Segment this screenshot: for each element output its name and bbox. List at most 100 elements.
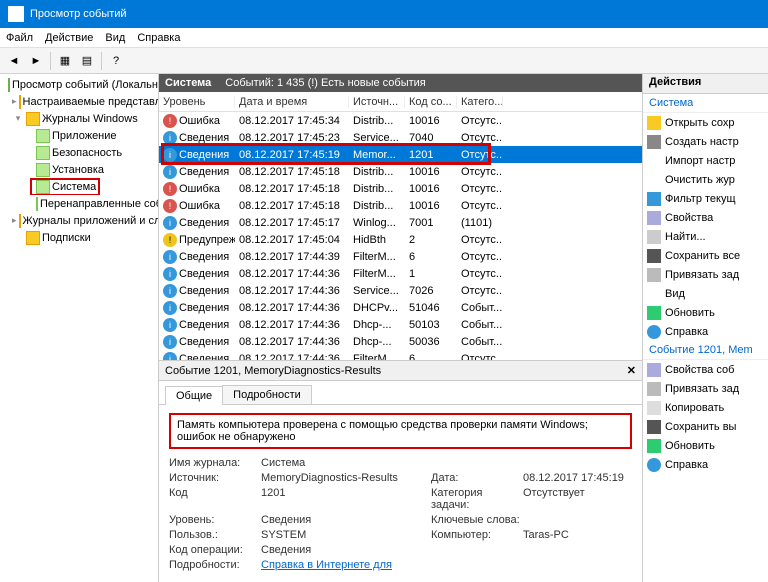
menu-bar: Файл Действие Вид Справка [0, 28, 768, 48]
detail-body: Память компьютера проверена с помощью ср… [159, 405, 642, 582]
event-row[interactable]: !Ошибка08.12.2017 17:45:34Distrib...1001… [159, 112, 642, 129]
show-hide-button[interactable]: ▦ [55, 51, 75, 71]
lbl-user: Пользов.: [169, 529, 261, 541]
help-button[interactable]: ? [106, 51, 126, 71]
tree-system[interactable]: Система [0, 178, 158, 195]
center-status: Событий: 1 435 (!) Есть новые события [225, 77, 425, 89]
lbl-category: Категория задачи: [431, 487, 523, 511]
tree-application[interactable]: Приложение [0, 127, 158, 144]
action-attach-task[interactable]: Привязать зад [643, 265, 768, 284]
tree-root[interactable]: Просмотр событий (Локальн [0, 76, 158, 93]
center-pane: Система Событий: 1 435 (!) Есть новые со… [159, 74, 643, 582]
grid-header: Уровень Дата и время Источн... Код со...… [159, 92, 642, 112]
detail-header: Событие 1201, MemoryDiagnostics-Results … [159, 361, 642, 381]
col-date[interactable]: Дата и время [235, 96, 349, 108]
event-row[interactable]: iСведения08.12.2017 17:44:36FilterM...1О… [159, 265, 642, 282]
action-event-refresh[interactable]: Обновить [643, 436, 768, 455]
export-button[interactable]: ▤ [77, 51, 97, 71]
event-row[interactable]: !Предупреж...08.12.2017 17:45:04HidBth2О… [159, 231, 642, 248]
action-event-attach[interactable]: Привязать зад [643, 379, 768, 398]
lbl-opcode: Код операции: [169, 544, 261, 556]
action-open-saved[interactable]: Открыть сохр [643, 113, 768, 132]
attach-icon [647, 268, 661, 282]
tree-security[interactable]: Безопасность [0, 144, 158, 161]
lbl-keywords: Ключевые слова: [431, 514, 523, 526]
event-row[interactable]: !Ошибка08.12.2017 17:45:18Distrib...1001… [159, 180, 642, 197]
tab-details[interactable]: Подробности [222, 385, 312, 404]
action-import[interactable]: Импорт настр [643, 151, 768, 170]
action-clear[interactable]: Очистить жур [643, 170, 768, 189]
event-row[interactable]: iСведения08.12.2017 17:44:36Service...70… [159, 282, 642, 299]
lbl-level: Уровень: [169, 514, 261, 526]
event-row[interactable]: iСведения08.12.2017 17:45:17Winlog...700… [159, 214, 642, 231]
lbl-date: Дата: [431, 472, 523, 484]
back-button[interactable]: ◄ [4, 51, 24, 71]
toolbar: ◄ ► ▦ ▤ ? [0, 48, 768, 74]
detail-title: Событие 1201, MemoryDiagnostics-Results [165, 365, 381, 377]
action-event-help[interactable]: Справка [643, 455, 768, 474]
event-row[interactable]: iСведения08.12.2017 17:45:23Service...70… [159, 129, 642, 146]
action-copy[interactable]: Копировать [643, 398, 768, 417]
action-properties[interactable]: Свойства [643, 208, 768, 227]
help-icon [647, 325, 661, 339]
app-icon [8, 6, 24, 22]
detail-tabs: Общие Подробности [159, 381, 642, 405]
action-refresh[interactable]: Обновить [643, 303, 768, 322]
event-row[interactable]: iСведения08.12.2017 17:44:36Dhcp-...5003… [159, 333, 642, 350]
lbl-computer: Компьютер: [431, 529, 523, 541]
event-row[interactable]: iСведения08.12.2017 17:44:36Dhcp-...5010… [159, 316, 642, 333]
event-grid: Уровень Дата и время Источн... Код со...… [159, 92, 642, 361]
action-help[interactable]: Справка [643, 322, 768, 341]
menu-action[interactable]: Действие [45, 32, 93, 44]
lbl-more: Подробности: [169, 559, 261, 571]
filter-icon [647, 192, 661, 206]
col-level[interactable]: Уровень [159, 96, 235, 108]
event-row[interactable]: iСведения08.12.2017 17:44:39FilterM...6О… [159, 248, 642, 265]
blank-icon [647, 287, 661, 301]
tree-app-service-logs[interactable]: ▸Журналы приложений и сл [0, 212, 158, 229]
refresh-icon [647, 306, 661, 320]
action-event-props[interactable]: Свойства соб [643, 360, 768, 379]
actions-title: Действия [643, 74, 768, 94]
action-filter[interactable]: Фильтр текущ [643, 189, 768, 208]
col-category[interactable]: Катего... [457, 96, 503, 108]
event-row[interactable]: !Ошибка08.12.2017 17:45:18Distrib...1001… [159, 197, 642, 214]
val-code: 1201 [261, 487, 431, 511]
action-find[interactable]: Найти... [643, 227, 768, 246]
help-icon [647, 458, 661, 472]
tab-general[interactable]: Общие [165, 386, 223, 405]
actions-section-system: Система [643, 94, 768, 113]
forward-button[interactable]: ► [26, 51, 46, 71]
gear-icon [647, 135, 661, 149]
event-row[interactable]: iСведения08.12.2017 17:45:19Memor...1201… [159, 146, 642, 163]
col-code[interactable]: Код со... [405, 96, 457, 108]
tree-subscriptions[interactable]: Подписки [0, 229, 158, 246]
tree-setup[interactable]: Установка [0, 161, 158, 178]
event-row[interactable]: iСведения08.12.2017 17:45:18Distrib...10… [159, 163, 642, 180]
window-titlebar: Просмотр событий [0, 0, 768, 28]
actions-section-event: Событие 1201, Mem [643, 341, 768, 360]
separator [50, 52, 51, 70]
tree-custom-views[interactable]: ▸Настраиваемые представл [0, 93, 158, 110]
menu-view[interactable]: Вид [105, 32, 125, 44]
search-icon [647, 230, 661, 244]
refresh-icon [647, 439, 661, 453]
action-event-save[interactable]: Сохранить вы [643, 417, 768, 436]
close-icon[interactable]: ✕ [627, 364, 636, 377]
event-row[interactable]: iСведения08.12.2017 17:44:36FilterM...6О… [159, 350, 642, 361]
link-online-help[interactable]: Справка в Интернете для [261, 559, 392, 571]
col-source[interactable]: Источн... [349, 96, 405, 108]
properties-icon [647, 363, 661, 377]
action-save-all[interactable]: Сохранить все [643, 246, 768, 265]
tree-forwarded[interactable]: Перенаправленные соб [0, 195, 158, 212]
tree-windows-logs[interactable]: ▾Журналы Windows [0, 110, 158, 127]
tree-pane: Просмотр событий (Локальн ▸Настраиваемые… [0, 74, 159, 582]
save-icon [647, 420, 661, 434]
action-view[interactable]: Вид [643, 284, 768, 303]
menu-file[interactable]: Файл [6, 32, 33, 44]
event-row[interactable]: iСведения08.12.2017 17:44:36DHCPv...5104… [159, 299, 642, 316]
val-date: 08.12.2017 17:45:19 [523, 472, 624, 484]
properties-icon [647, 211, 661, 225]
action-create-view[interactable]: Создать настр [643, 132, 768, 151]
menu-help[interactable]: Справка [137, 32, 180, 44]
